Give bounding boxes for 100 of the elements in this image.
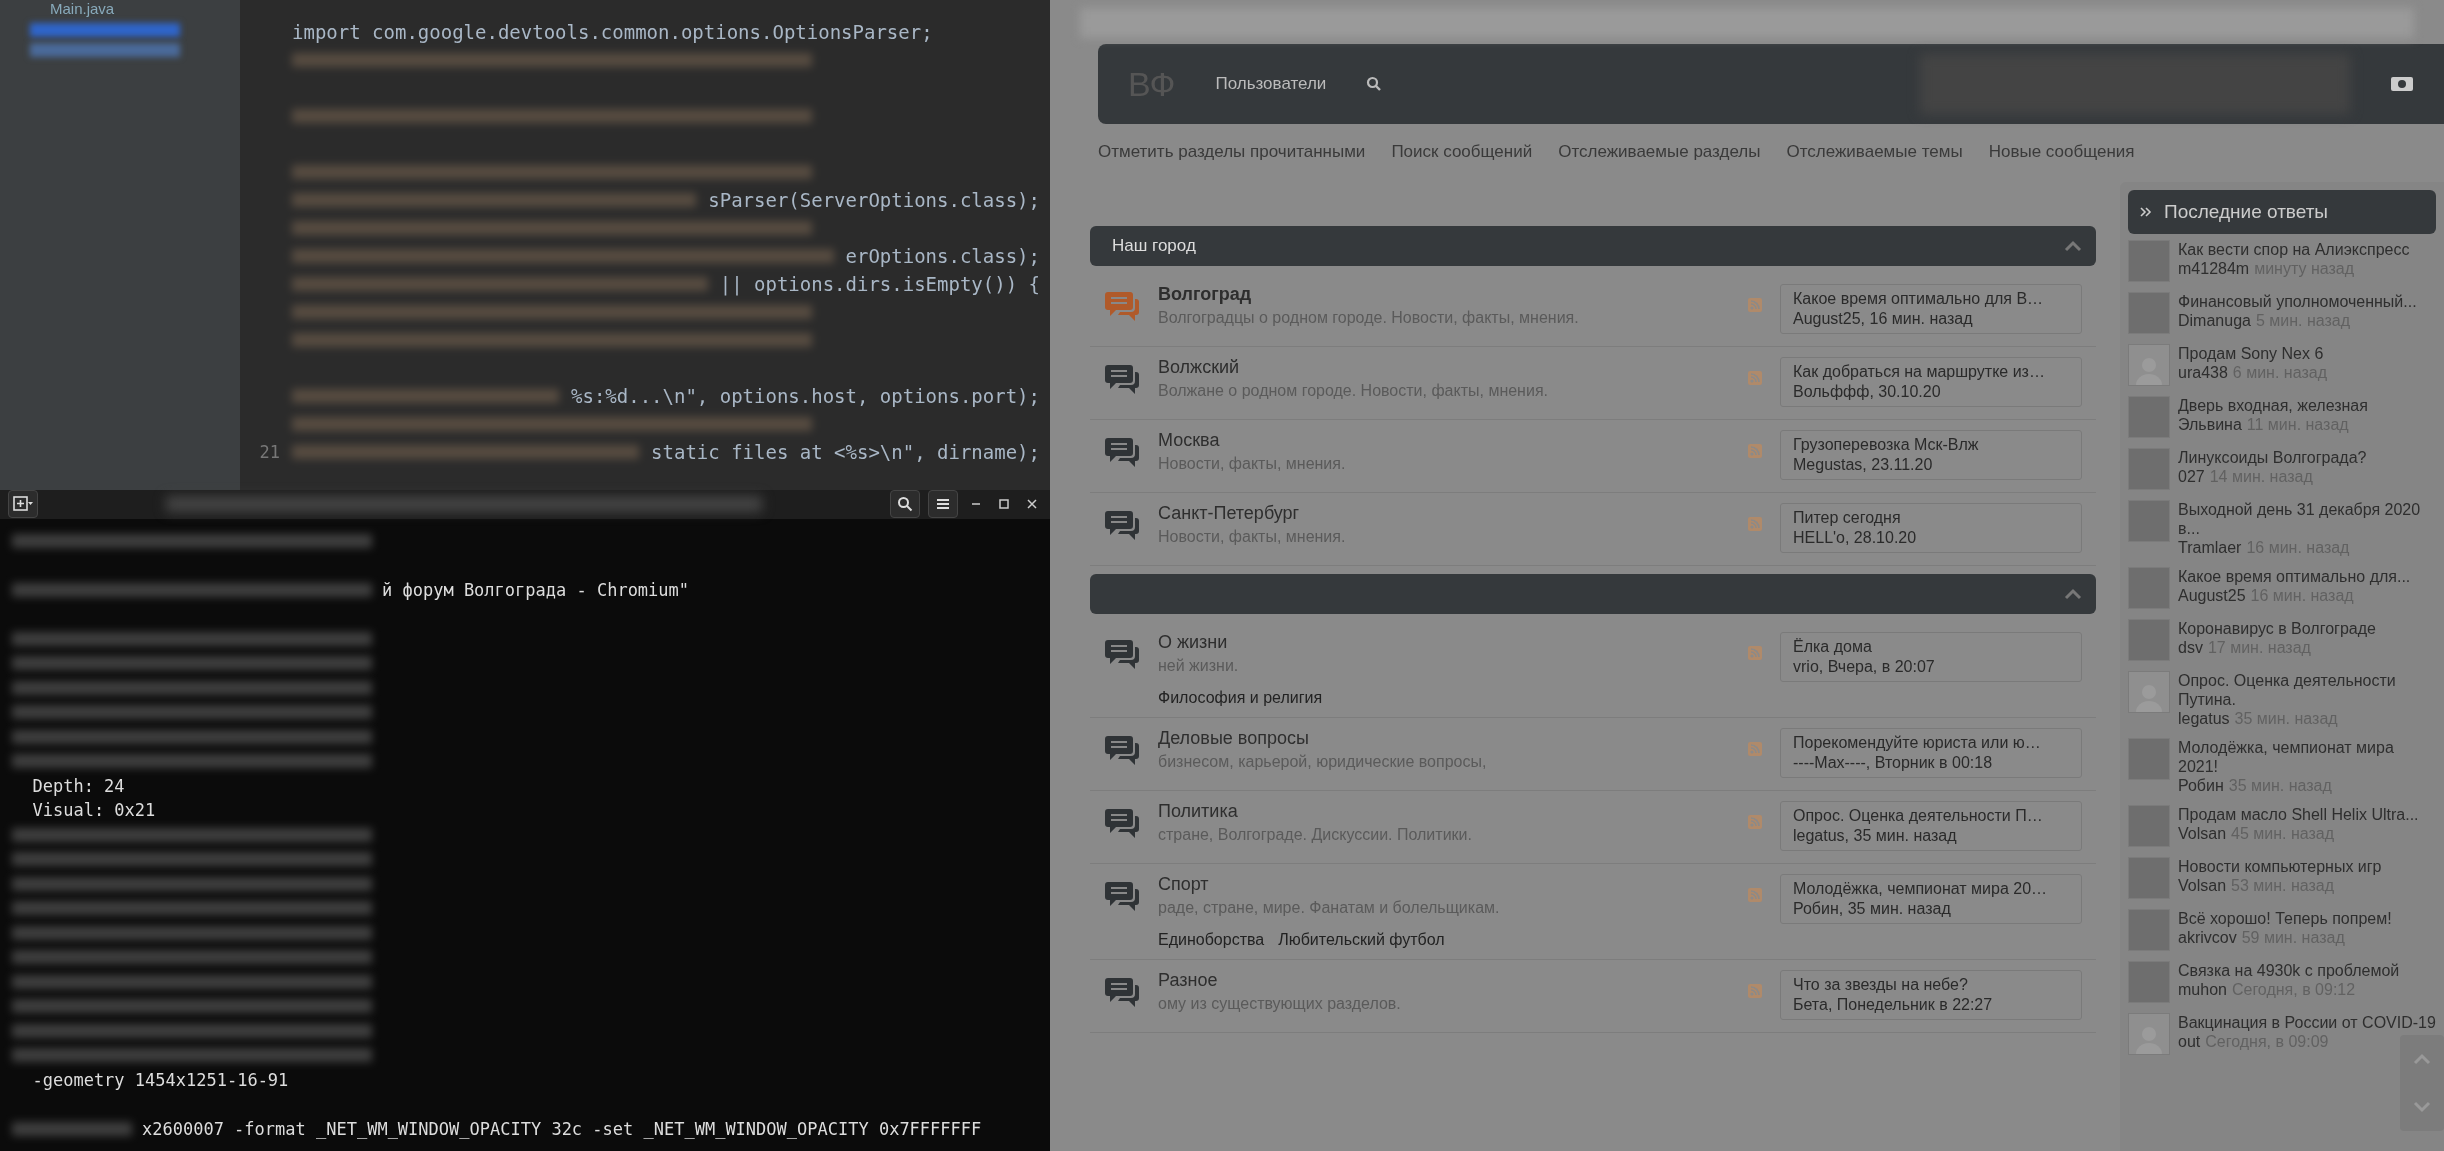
terminal-line: й форум Волгограда - Chromium" [382,579,690,600]
reply-author[interactable]: August25 [2178,586,2246,605]
reply-author[interactable]: Робин [2178,776,2224,795]
nav-link[interactable]: Новые сообщения [1988,142,2135,162]
forum-title-link[interactable]: Политика [1158,801,1730,822]
reply-title-link[interactable]: Вакцинация в России от COVID-19 [2178,1013,2436,1032]
reply-author[interactable]: Volsan [2178,824,2227,843]
reply-author[interactable]: m41284m [2178,259,2250,278]
default-avatar [2128,344,2170,386]
reply-title-link[interactable]: Дверь входная, железная [2178,396,2368,415]
search-button[interactable] [890,490,920,519]
reply-title-link[interactable]: Как вести спор на Алиэкспресс [2178,240,2410,259]
last-post-title[interactable]: Какое время оптимально для В… [1793,290,2069,308]
double-chevron-icon [2140,206,2152,218]
forum-title-link[interactable]: Москва [1158,430,1730,451]
last-post-title[interactable]: Грузоперевозка Мск-Влж [1793,436,2069,454]
reply-title-link[interactable]: Выходной день 31 декабря 2020 в... [2178,500,2436,538]
terminal-line: Visual: 0x21 [31,800,156,821]
last-post-meta: legatus, 35 мин. назад [1793,827,1958,845]
last-post-title[interactable]: Что за звезды на небе? [1793,976,2069,994]
reply-title-link[interactable]: Продам масло Shell Helix Ultra... [2178,805,2419,824]
minimize-icon [971,503,981,506]
last-post-title[interactable]: Ёлка дома [1793,638,2069,656]
last-post-title[interactable]: Молодёжка, чемпионат мира 20… [1793,880,2069,898]
forum-title-link[interactable]: Спорт [1158,874,1730,895]
rss-icon[interactable] [1748,984,1762,998]
last-post-title[interactable]: Порекомендуйте юриста или ю… [1793,734,2069,752]
reply-author[interactable]: dsv [2178,638,2203,657]
nav-link[interactable]: Поиск сообщений [1391,142,1533,162]
search-icon[interactable] [1366,76,1383,92]
reply-title-link[interactable]: Новости компьютерных игр [2178,857,2382,876]
banknote-icon[interactable] [2390,76,2414,92]
reply-author[interactable]: legatus [2178,709,2230,728]
rss-icon[interactable] [1748,371,1762,385]
rss-icon[interactable] [1748,298,1762,312]
subforum-link[interactable]: Единоборства [1158,931,1265,949]
menu-link[interactable]: Пользователи [1215,74,1327,94]
rss-icon[interactable] [1748,815,1762,829]
reply-author[interactable]: Volsan [2178,876,2227,895]
reply-title-link[interactable]: Молодёжка, чемпионат мира 2021! [2178,738,2436,776]
rss-icon[interactable] [1748,517,1762,531]
last-post-title[interactable]: Питер сегодня [1793,509,2069,527]
menu-button[interactable] [928,490,958,519]
last-post-meta: Megustas, 23.11.20 [1793,456,1934,474]
forum-title-link[interactable]: Санкт-Петербург [1158,503,1730,524]
menu-icon [936,498,950,511]
reply-title-link[interactable]: Линуксоиды Волгограда? [2178,448,2367,467]
terminal-line: Depth: 24 [31,775,125,796]
rss-icon[interactable] [1748,742,1762,756]
reply-author[interactable]: Tramlaer [2178,538,2242,557]
nav-link[interactable]: Отметить разделы прочитанными [1098,142,1366,162]
last-post-meta: Робин, 35 мин. назад [1793,900,1952,918]
reply-title-link[interactable]: Опрос. Оценка деятельности Путина. [2178,671,2436,709]
forum-title-link[interactable]: Волгоград [1158,284,1730,305]
code-line: sParser(ServerOptions.class); [708,189,1040,211]
default-avatar [2128,1013,2170,1055]
reply-title-link[interactable]: Какое время оптимально для... [2178,567,2411,586]
reply-title-link[interactable]: Связка на 4930k с проблемой [2178,961,2400,980]
reply-author[interactable]: out [2178,1032,2201,1051]
collapse-icon[interactable] [2064,588,2082,600]
last-post-meta: August25, 16 мин. назад [1793,310,1974,328]
file-item[interactable]: Main.java [30,0,240,17]
nav-link[interactable]: Отслеживаемые темы [1786,142,1963,162]
collapse-icon[interactable] [2064,240,2082,252]
reply-title-link[interactable]: Продам Sony Nex 6 [2178,344,2327,363]
last-post-title[interactable]: Как добраться на маршрутке из… [1793,363,2069,381]
reply-author[interactable]: Эльвина [2178,415,2242,434]
sidebar-title: Последние ответы [2164,201,2329,223]
search-icon [897,496,913,513]
section-header[interactable]: Наш город [1090,226,2096,266]
last-post-meta: ----Max----, Вторник в 00:18 [1793,754,1994,772]
reply-title-link[interactable]: Всё хорошо! Теперь попрем! [2178,909,2392,928]
section-title: Наш город [1112,236,1196,256]
code-line: %s:%d...\n", options.host, options.port); [571,385,1040,407]
forum-title-link[interactable]: Волжский [1158,357,1730,378]
rss-icon[interactable] [1748,888,1762,902]
last-post-meta: Вольффф, 30.10.20 [1793,383,1942,401]
last-post-meta: HELL'o, 28.10.20 [1793,529,1918,547]
reply-author[interactable]: ura438 [2178,363,2228,382]
nav-link[interactable]: Отслеживаемые разделы [1558,142,1761,162]
reply-title-link[interactable]: Финансовый уполномоченный... [2178,292,2417,311]
reply-author[interactable]: akrivcov [2178,928,2237,947]
reply-title-link[interactable]: Коронавирус в Волгограде [2178,619,2376,638]
terminal-line: -geometry 1454x1251-16-91 [31,1069,289,1090]
code-line: import com.google.devtools.common.options.OptionsParser; [292,21,933,43]
last-post-meta: Бета, Понедельник в 22:27 [1793,996,1994,1014]
reply-author[interactable]: Dimanuga [2178,311,2251,330]
scroll-buttons[interactable] [2400,1035,2444,1131]
forum-title-link[interactable]: Разное [1158,970,1730,991]
forum-title-link[interactable]: Деловые вопросы [1158,728,1730,749]
rss-icon[interactable] [1748,646,1762,660]
new-tab-button[interactable] [8,490,38,519]
reply-author[interactable]: 027 [2178,467,2205,486]
code-line: || options.dirs.isEmpty()) { [719,273,1040,295]
subforum-link[interactable]: Любительский футбол [1278,931,1445,949]
last-post-title[interactable]: Опрос. Оценка деятельности П… [1793,807,2069,825]
subforum-link[interactable]: Философия и религия [1158,689,1323,707]
forum-title-link[interactable]: О жизни [1158,632,1730,653]
rss-icon[interactable] [1748,444,1762,458]
reply-author[interactable]: muhon [2178,980,2227,999]
